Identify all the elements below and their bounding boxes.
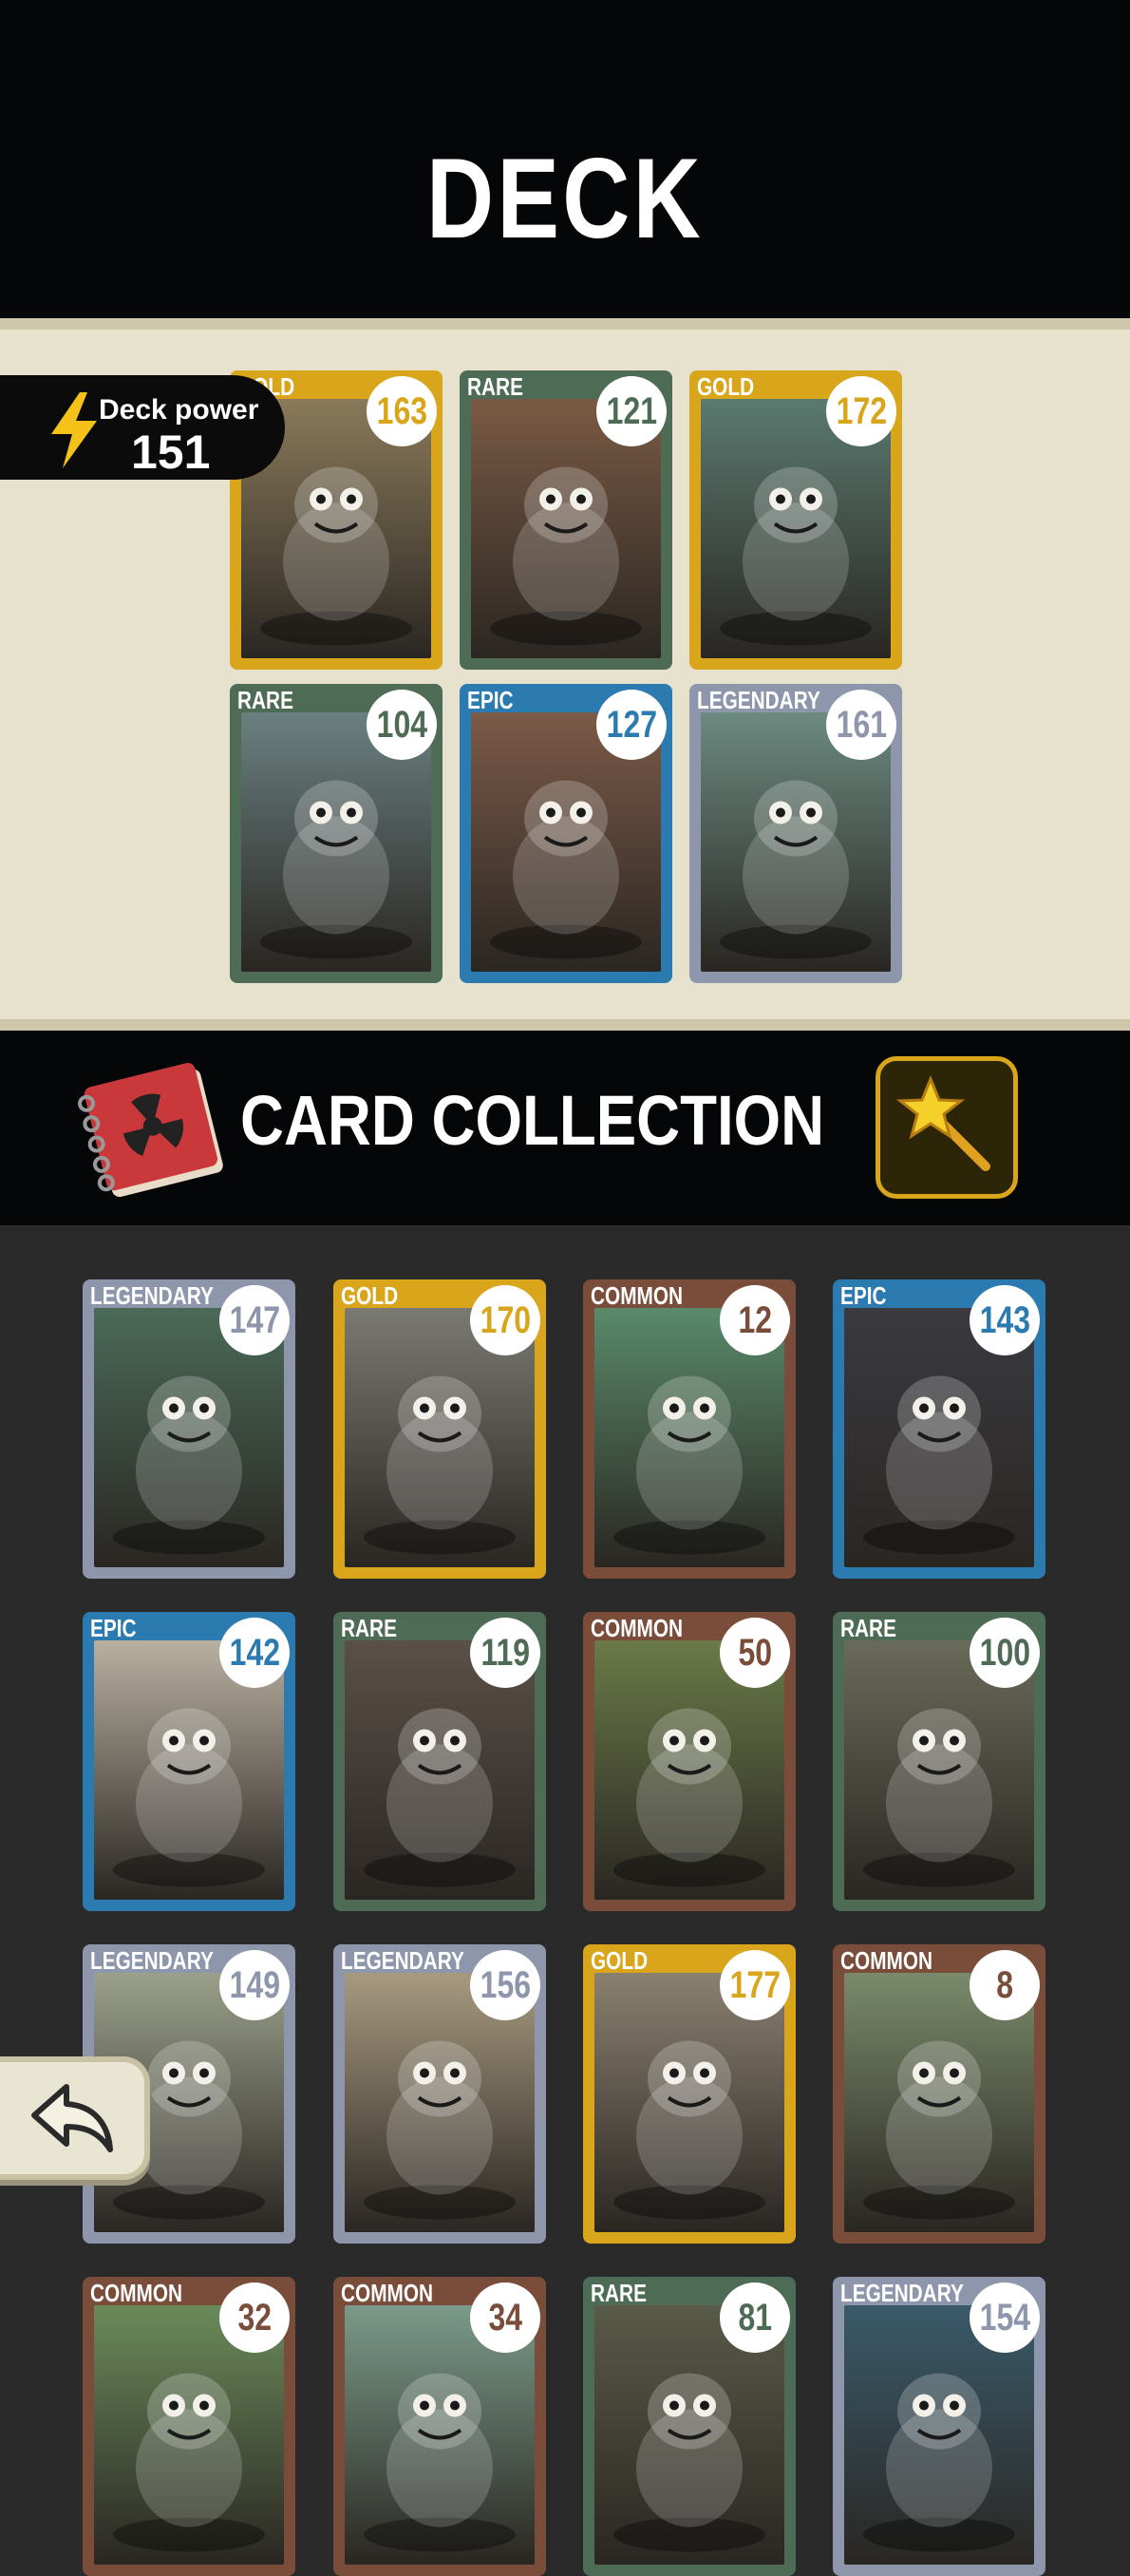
- card-rarity-label: COMMON: [341, 2279, 434, 2307]
- card-power-badge: 147: [219, 1285, 290, 1355]
- card-rarity-label: RARE: [467, 372, 523, 401]
- card-rarity-label: EPIC: [840, 1281, 887, 1310]
- page-title: DECK: [426, 135, 704, 262]
- card-power-value: 100: [979, 1632, 1030, 1674]
- card-rarity-label: LEGENDARY: [341, 1946, 464, 1975]
- card-power-value: 161: [836, 704, 887, 746]
- card-power-badge: 172: [826, 376, 896, 446]
- card-rarity-label: RARE: [237, 686, 293, 714]
- card-alien[interactable]: LEGENDARY 154: [833, 2277, 1045, 2576]
- back-button[interactable]: [0, 2056, 150, 2180]
- card-power-badge: 104: [367, 690, 437, 760]
- card-rarity-label: EPIC: [90, 1614, 137, 1642]
- card-power-badge: 50: [720, 1618, 790, 1688]
- card-power-value: 50: [738, 1632, 772, 1674]
- card-power-value: 34: [488, 2297, 522, 2339]
- card-rarity-label: GOLD: [341, 1281, 399, 1310]
- magic-wand-icon: [895, 1075, 990, 1171]
- card-power-badge: 149: [219, 1950, 290, 2020]
- back-arrow-icon: [31, 2084, 113, 2152]
- card-power-value: 121: [606, 390, 657, 432]
- deck-power-label: Deck power: [99, 394, 259, 426]
- card-power-badge: 127: [596, 690, 667, 760]
- card-power-badge: 121: [596, 376, 667, 446]
- card-power-badge: 8: [970, 1950, 1040, 2020]
- card-power-badge: 170: [470, 1285, 540, 1355]
- card-power-badge: 163: [367, 376, 437, 446]
- card-golden-egg[interactable]: COMMON 50: [583, 1612, 796, 1911]
- card-power-value: 142: [229, 1632, 280, 1674]
- card-rarity-label: RARE: [591, 2279, 647, 2307]
- card-power-value: 156: [480, 1964, 531, 2006]
- card-fox-and-chicken[interactable]: EPIC 127: [460, 684, 672, 983]
- card-cow-and-calf[interactable]: RARE 121: [460, 370, 672, 670]
- auto-build-button[interactable]: [876, 1056, 1018, 1199]
- card-power-value: 32: [237, 2297, 272, 2339]
- card-power-value: 81: [738, 2297, 772, 2339]
- card-chickens[interactable]: COMMON 34: [333, 2277, 546, 2576]
- card-power-badge: 12: [720, 1285, 790, 1355]
- lightning-bolt-icon: [51, 392, 97, 468]
- card-fox[interactable]: COMMON 8: [833, 1944, 1045, 2244]
- card-power-value: 104: [376, 704, 427, 746]
- card-rarity-label: EPIC: [467, 686, 514, 714]
- card-pig[interactable]: RARE 104: [230, 684, 443, 983]
- card-caterpillar-creature[interactable]: RARE 100: [833, 1612, 1045, 1911]
- card-power-value: 143: [979, 1299, 1030, 1341]
- card-snail-creature[interactable]: GOLD 172: [689, 370, 902, 670]
- card-rarity-label: COMMON: [591, 1614, 684, 1642]
- card-power-value: 119: [480, 1632, 530, 1674]
- card-worm-with-gun[interactable]: LEGENDARY 156: [333, 1944, 546, 2244]
- card-power-value: 163: [376, 390, 427, 432]
- card-chicken-and-goat[interactable]: RARE 119: [333, 1612, 546, 1911]
- card-power-value: 8: [996, 1964, 1013, 2006]
- deck-power-badge: Deck power 151: [0, 375, 285, 480]
- card-power-badge: 177: [720, 1950, 790, 2020]
- card-goat[interactable]: RARE 81: [583, 2277, 796, 2576]
- card-bird-creature[interactable]: GOLD 170: [333, 1279, 546, 1579]
- card-power-value: 177: [729, 1964, 781, 2006]
- card-power-value: 12: [738, 1299, 772, 1341]
- card-chicken[interactable]: COMMON 32: [83, 2277, 295, 2576]
- card-chicken[interactable]: COMMON 12: [583, 1279, 796, 1579]
- card-glass-egg[interactable]: EPIC 143: [833, 1279, 1045, 1579]
- card-power-value: 154: [979, 2297, 1030, 2339]
- card-power-badge: 119: [470, 1618, 540, 1688]
- card-power-value: 147: [229, 1299, 280, 1341]
- collection-header: CARD COLLECTION: [0, 1031, 1130, 1225]
- card-rarity-label: COMMON: [591, 1281, 684, 1310]
- card-snail-alien[interactable]: LEGENDARY 147: [83, 1279, 295, 1579]
- card-rarity-label: LEGENDARY: [697, 686, 820, 714]
- card-power-badge: 142: [219, 1618, 290, 1688]
- card-rarity-label: COMMON: [840, 1946, 933, 1975]
- header: DECK: [0, 0, 1130, 318]
- card-rarity-label: LEGENDARY: [90, 1281, 214, 1310]
- card-rarity-label: RARE: [341, 1614, 397, 1642]
- card-power-badge: 156: [470, 1950, 540, 2020]
- card-rarity-label: GOLD: [697, 372, 755, 401]
- card-spider[interactable]: EPIC 142: [83, 1612, 295, 1911]
- card-power-badge: 154: [970, 2282, 1040, 2353]
- collection-title: CARD COLLECTION: [240, 1081, 825, 1160]
- card-power-value: 170: [480, 1299, 531, 1341]
- card-power-badge: 100: [970, 1618, 1040, 1688]
- card-power-badge: 143: [970, 1285, 1040, 1355]
- card-rarity-label: COMMON: [90, 2279, 183, 2307]
- card-rarity-label: LEGENDARY: [840, 2279, 964, 2307]
- card-power-badge: 81: [720, 2282, 790, 2353]
- card-power-badge: 32: [219, 2282, 290, 2353]
- card-rarity-label: RARE: [840, 1614, 896, 1642]
- card-cat-farmer[interactable]: GOLD 177: [583, 1944, 796, 2244]
- card-power-badge: 34: [470, 2282, 540, 2353]
- card-rarity-label: LEGENDARY: [90, 1946, 214, 1975]
- card-rarity-label: GOLD: [591, 1946, 649, 1975]
- card-power-value: 149: [229, 1964, 280, 2006]
- card-power-badge: 161: [826, 690, 896, 760]
- card-power-value: 127: [606, 704, 657, 746]
- biohazard-book-icon: [78, 1062, 223, 1198]
- card-zombie-cow[interactable]: LEGENDARY 161: [689, 684, 902, 983]
- deck-power-value: 151: [131, 426, 211, 479]
- card-power-value: 172: [836, 390, 887, 432]
